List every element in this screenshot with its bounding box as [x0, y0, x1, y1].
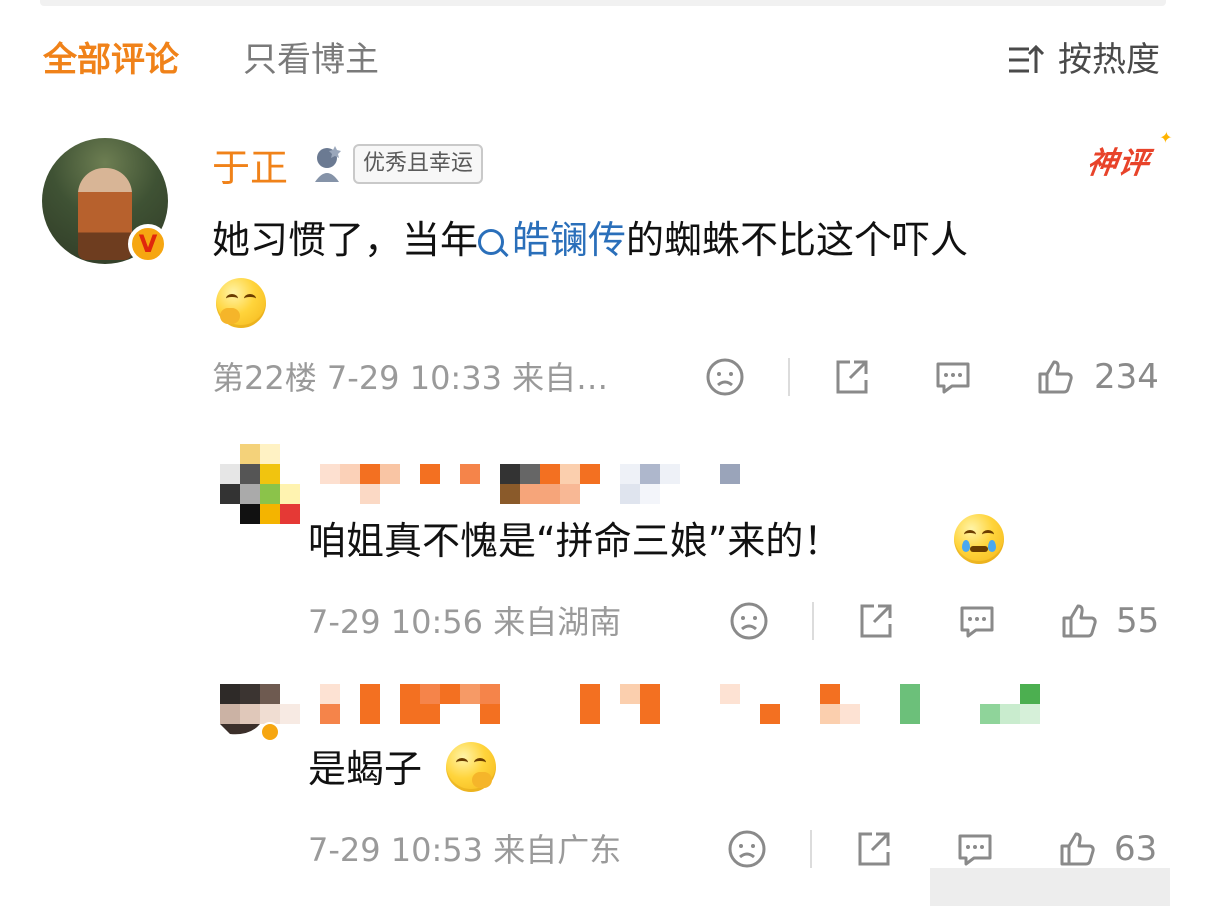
like-button[interactable]: 234 [1034, 356, 1159, 398]
medal-label: 优秀且幸运 [353, 144, 484, 184]
sort-button[interactable]: 按热度 [1006, 40, 1160, 80]
tab-all-comments[interactable]: 全部评论 [43, 40, 179, 80]
floor-number: 第22楼 [212, 359, 317, 397]
dislike-icon [730, 602, 768, 640]
like-button[interactable]: 55 [1058, 600, 1159, 642]
reply-button[interactable] [954, 828, 996, 870]
share-icon [836, 360, 868, 394]
reply-icon [960, 606, 994, 638]
reply-time: 7-29 10:53 [308, 831, 484, 869]
verified-badge: V [128, 224, 168, 264]
like-button[interactable]: 63 [1056, 828, 1157, 870]
share-button[interactable] [854, 600, 896, 642]
comment-text: 她习惯了，当年 皓镧传的蜘蛛不比这个吓人 [212, 218, 969, 262]
comment-actions: 234 [704, 356, 1159, 398]
dislike-button[interactable] [704, 356, 746, 398]
reply-icon [958, 834, 992, 866]
smirk-emoji-icon [446, 742, 496, 792]
share-button[interactable] [852, 828, 894, 870]
comment-location: 来自… [512, 359, 609, 397]
divider [788, 358, 790, 396]
username[interactable]: 于正 [212, 146, 288, 190]
dislike-button[interactable] [728, 600, 770, 642]
thinking-emoji-icon [216, 278, 266, 328]
sort-label: 按热度 [1058, 40, 1160, 80]
like-count: 55 [1116, 601, 1160, 641]
pixelated-avatar-icon [220, 444, 300, 524]
comment-time: 7-29 10:33 [326, 359, 502, 397]
like-icon [1060, 832, 1095, 866]
divider [812, 602, 814, 640]
share-button[interactable] [830, 356, 872, 398]
like-count: 63 [1114, 829, 1158, 869]
reply-location: 来自广东 [493, 831, 622, 869]
reply-text: 咱姐真不愧是“拼命三娘”来的！ [308, 519, 842, 563]
pixelated-avatar-icon [220, 684, 300, 742]
dislike-button[interactable] [726, 828, 768, 870]
comment-meta: 第22楼 7-29 10:33 来自… [212, 358, 608, 398]
tab-author-only[interactable]: 只看博主 [243, 40, 379, 80]
reply-icon [936, 362, 970, 394]
reply-button[interactable] [956, 600, 998, 642]
medal-icon [315, 146, 341, 182]
share-icon [860, 604, 892, 638]
topic-link[interactable]: 皓镧传 [478, 218, 626, 262]
avatar-photo [78, 168, 132, 260]
reply-username-redacted[interactable] [320, 464, 760, 506]
search-icon [478, 229, 505, 255]
redaction-overlay [930, 868, 1170, 906]
share-icon [858, 832, 890, 866]
like-icon [1062, 604, 1097, 638]
divider [810, 830, 812, 868]
like-icon [1038, 360, 1073, 394]
sort-icon [1009, 44, 1044, 73]
reply-time: 7-29 10:56 [308, 603, 484, 641]
shenping-badge: 神评 ✦ [1085, 128, 1175, 181]
reply-avatar[interactable] [220, 444, 300, 524]
reply-location: 来自湖南 [493, 603, 622, 641]
crying-emoji-icon [954, 514, 1004, 564]
reply-actions: 55 [728, 600, 1159, 642]
reply-actions: 63 [726, 828, 1157, 870]
dislike-icon [706, 358, 744, 396]
top-divider [40, 0, 1166, 6]
dislike-icon [728, 830, 766, 868]
reply-meta: 7-29 10:56 来自湖南 [308, 602, 621, 642]
user-medal[interactable]: 优秀且幸运 [305, 142, 484, 186]
reply-avatar[interactable] [220, 684, 300, 742]
like-count: 234 [1094, 357, 1159, 397]
reply-button[interactable] [932, 356, 974, 398]
reply-text: 是蝎子 [308, 747, 423, 791]
sparkle-icon: ✦ [1157, 128, 1175, 147]
reply-meta: 7-29 10:53 来自广东 [308, 830, 621, 870]
reply-username-redacted[interactable] [320, 684, 1040, 726]
